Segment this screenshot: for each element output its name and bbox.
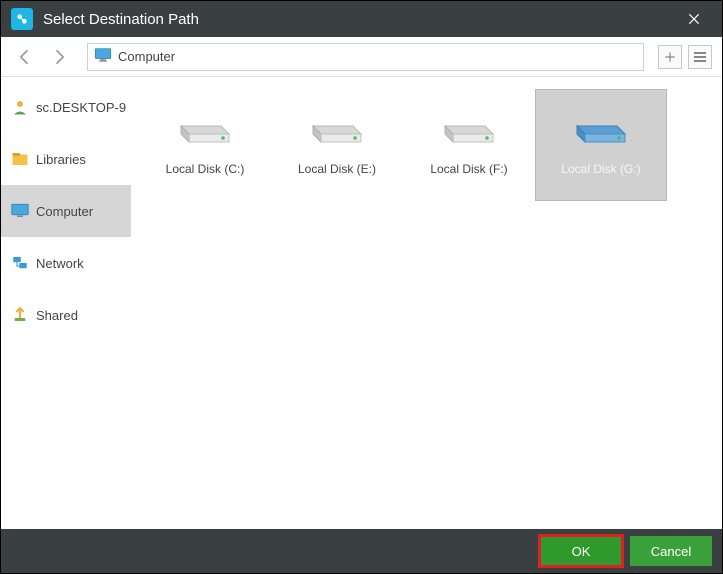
back-button[interactable]: [11, 43, 39, 71]
disk-icon: [173, 100, 237, 148]
close-button[interactable]: [676, 1, 712, 37]
footer: OK Cancel: [1, 529, 722, 573]
drive-label: Local Disk (C:): [166, 162, 245, 176]
shared-icon: [11, 306, 29, 324]
drive-label: Local Disk (E:): [298, 162, 376, 176]
user-icon: [11, 98, 29, 116]
network-icon: [11, 254, 29, 272]
list-icon: [694, 50, 706, 64]
drive-item[interactable]: Local Disk (F:): [403, 89, 535, 201]
disk-icon: [569, 100, 633, 148]
sidebar-item-desktop[interactable]: sc.DESKTOP-9: [1, 81, 131, 133]
libraries-icon: [11, 150, 29, 168]
forward-button[interactable]: [45, 43, 73, 71]
sidebar-item-libraries[interactable]: Libraries: [1, 133, 131, 185]
view-list-button[interactable]: [688, 45, 712, 69]
sidebar-item-network[interactable]: Network: [1, 237, 131, 289]
drive-item[interactable]: Local Disk (E:): [271, 89, 403, 201]
drive-item[interactable]: Local Disk (G:): [535, 89, 667, 201]
dialog-window: Select Destination Path Computer: [1, 1, 722, 573]
cancel-button[interactable]: Cancel: [630, 536, 712, 566]
sidebar-item-label: Shared: [36, 308, 78, 323]
sidebar: sc.DESKTOP-9 Libraries Computer Network: [1, 77, 131, 529]
body: sc.DESKTOP-9 Libraries Computer Network: [1, 77, 722, 529]
drive-item[interactable]: Local Disk (C:): [139, 89, 271, 201]
path-text: Computer: [118, 49, 175, 64]
app-icon: [11, 8, 33, 30]
sidebar-item-shared[interactable]: Shared: [1, 289, 131, 341]
title-bar: Select Destination Path: [1, 1, 722, 37]
monitor-icon: [94, 48, 112, 65]
sidebar-item-label: sc.DESKTOP-9: [36, 100, 126, 115]
disk-icon: [437, 100, 501, 148]
sidebar-item-label: Libraries: [36, 152, 86, 167]
drive-label: Local Disk (G:): [561, 162, 640, 176]
disk-icon: [305, 100, 369, 148]
toolbar: Computer: [1, 37, 722, 77]
window-title: Select Destination Path: [43, 11, 676, 28]
sidebar-item-computer[interactable]: Computer: [1, 185, 131, 237]
ok-button[interactable]: OK: [540, 536, 622, 566]
sidebar-item-label: Computer: [36, 204, 93, 219]
sidebar-item-label: Network: [36, 256, 84, 271]
path-box[interactable]: Computer: [87, 43, 644, 71]
drive-label: Local Disk (F:): [430, 162, 507, 176]
new-folder-button[interactable]: [658, 45, 682, 69]
monitor-icon: [11, 202, 29, 220]
content-pane: Local Disk (C:) Local Disk (E:) Local Di…: [131, 77, 722, 529]
